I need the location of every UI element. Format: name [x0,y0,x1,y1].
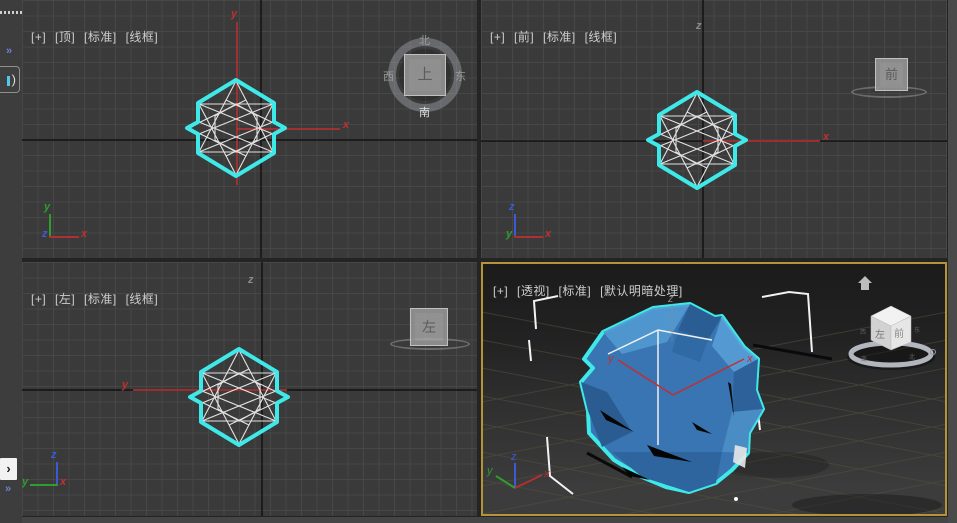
tripod-x-axis [49,236,79,238]
menu-pov[interactable]: [左] [55,292,75,306]
viewport-front[interactable]: z x [+] [前] [标准] [线框] 前 z x y [481,0,947,258]
tripod-z-axis [514,214,516,238]
menu-shading[interactable]: [线框] [126,30,159,44]
compass-south[interactable]: 南 [419,104,430,120]
tripod-y-label: y [506,228,513,240]
home-icon[interactable] [858,276,872,290]
viewport-menu: [+] [左] [标准] [线框] [31,290,163,307]
menu-standard[interactable]: [标准] [543,30,576,44]
selected-object-wireframe[interactable] [185,78,287,178]
viewport-menu: [+] [顶] [标准] [线框] [31,28,163,45]
tripod-z-label: z [51,449,57,461]
panel-grip[interactable] [0,11,22,14]
gizmo-y-label: y [122,379,129,391]
gizmo-y-label: y [231,8,238,20]
compass-west-small: 西 [860,329,866,336]
tripod-z-label: z [510,451,517,463]
viewport-left[interactable]: z y [+] [左] [标准] [线框] 左 z y x [22,262,477,516]
viewcube-face-top[interactable]: 上 [404,54,446,96]
viewport-top[interactable]: y x [+] [顶] [标准] [线框] 上 北 南 西 东 y x z [22,0,477,258]
viewport-perspective-active[interactable]: x y z 左 前 西 东 南 北 z x y [+] [透视] [标准] [默… [481,262,947,516]
compass-north-small: 北 [909,353,915,361]
status-band [22,517,948,523]
menu-standard[interactable]: [标准] [84,292,117,306]
viewcube-face-front-label[interactable]: 前 [894,327,904,340]
tripod-y-axis [49,214,51,238]
clipped-panel-fragment: ) [0,66,20,93]
viewcube-face-left-label[interactable]: 左 [875,328,885,341]
selected-object-wireframe[interactable] [188,347,290,447]
tripod-x-label: x [60,476,67,488]
menu-general[interactable]: [+] [490,30,505,44]
compass-north[interactable]: 北 [419,32,430,48]
expand-chevron-bottom[interactable]: » [5,483,11,495]
compass-east[interactable]: 东 [455,68,466,84]
menu-pov[interactable]: [前] [514,30,534,44]
gizmo-x-label: x [823,131,830,143]
tripod-y-label: y [44,201,51,213]
world-z-label: z [696,20,702,32]
compass-south-small: 南 [861,355,867,363]
world-z-label: z [248,274,254,286]
ground-shadow [792,494,942,514]
menu-shading[interactable]: [线框] [126,292,159,306]
viewport-menu: [+] [前] [标准] [线框] [490,28,622,45]
menu-general[interactable]: [+] [493,284,508,298]
tripod-z-label: z [509,201,515,213]
menu-shading[interactable]: [默认明暗处理] [600,284,683,298]
tripod-z-axis [56,462,58,486]
tripod-y-label: y [486,465,494,477]
menu-standard[interactable]: [标准] [84,30,117,44]
compass-west[interactable]: 西 [383,68,394,84]
expand-chevron-top[interactable]: » [6,45,12,57]
expand-panel-button[interactable]: › [0,458,17,480]
fragment-glyph [6,75,10,86]
selected-object-wireframe[interactable] [646,90,748,190]
gizmo-x-label: x [343,119,350,131]
menu-pov[interactable]: [顶] [55,30,75,44]
menu-pov[interactable]: [透视] [517,284,550,298]
tripod-x-label: x [543,468,550,480]
tripod-x-label: x [545,228,552,240]
menu-general[interactable]: [+] [31,30,46,44]
viewcube-face-left[interactable]: 左 [410,308,448,346]
compass-east-small: 东 [914,326,920,334]
tripod-x-label: x [81,228,88,240]
tripod-x-axis [514,236,543,238]
max-viewport-screen: » ) › » y x [+] [顶] [标准] [线框] 上 北 南 西 东 [0,0,957,523]
tripod-z-label: z [42,228,48,240]
menu-standard[interactable]: [标准] [559,284,592,298]
viewcube-3d[interactable]: 左 前 西 东 南 北 [847,276,936,370]
viewport-menu: [+] [透视] [标准] [默认明暗处理] [493,282,688,299]
right-panel-strip[interactable] [948,0,957,523]
left-panel-strip: » ) › » [0,0,22,523]
gizmo-x-label: x [746,353,753,365]
tripod-y-label: y [22,476,29,488]
viewcube-face-front[interactable]: 前 [875,58,908,91]
menu-shading[interactable]: [线框] [585,30,618,44]
tripod-y-axis [30,484,58,486]
menu-general[interactable]: [+] [31,292,46,306]
